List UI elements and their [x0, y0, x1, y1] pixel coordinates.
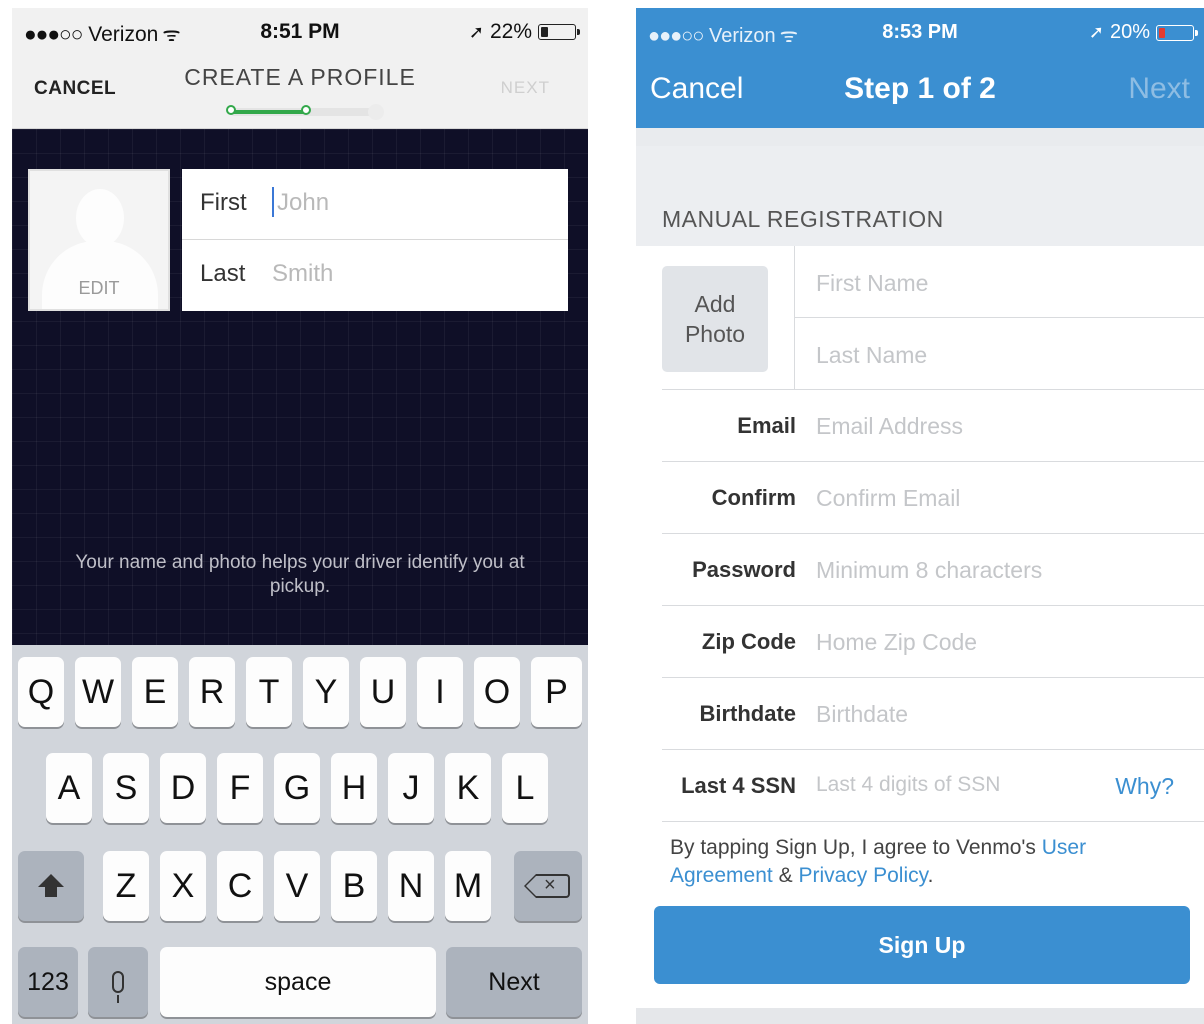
progress-indicator — [222, 102, 384, 122]
divider — [794, 317, 1204, 318]
key-m[interactable]: M — [445, 851, 491, 921]
status-bar: ●●●○○ Verizon ᯤ 8:51 PM ➚ 22% — [12, 8, 588, 56]
confirm-label: Confirm — [711, 485, 796, 510]
add-photo-button[interactable]: Add Photo — [662, 266, 768, 372]
dictation-key[interactable] — [88, 947, 148, 1017]
header: ●●●○○ Verizon ᯤ 8:53 PM ➚ 20% Cancel Step… — [636, 8, 1204, 128]
key-u[interactable]: U — [360, 657, 406, 727]
shift-icon — [38, 873, 64, 897]
key-p[interactable]: P — [531, 657, 582, 727]
password-input[interactable]: Minimum 8 characters — [816, 557, 1042, 584]
birthdate-input[interactable]: Birthdate — [816, 701, 908, 728]
zip-code-row[interactable]: Zip Code Home Zip Code — [636, 605, 1204, 677]
key-h[interactable]: H — [331, 753, 377, 823]
zip-code-input[interactable]: Home Zip Code — [816, 629, 977, 656]
last-name-label: Last — [200, 260, 246, 287]
microphone-icon — [112, 971, 124, 1003]
birthdate-label: Birthdate — [699, 701, 796, 726]
first-name-input[interactable]: First Name — [816, 270, 928, 297]
bottom-bar — [636, 1008, 1204, 1024]
key-y[interactable]: Y — [303, 657, 349, 727]
email-input[interactable]: Email Address — [816, 413, 963, 440]
ssn-row[interactable]: Last 4 SSN Last 4 digits of SSN Why? — [636, 749, 1204, 821]
nav-bar: CANCEL CREATE A PROFILE NEXT — [12, 56, 588, 129]
why-link[interactable]: Why? — [1115, 773, 1174, 800]
key-v[interactable]: V — [274, 851, 320, 921]
section-header: MANUAL REGISTRATION — [636, 146, 1204, 246]
next-button[interactable]: NEXT — [501, 78, 550, 98]
key-j[interactable]: J — [388, 753, 434, 823]
edit-photo-label: EDIT — [78, 278, 120, 298]
battery-percent: 22% — [489, 20, 532, 43]
key-i[interactable]: I — [417, 657, 463, 727]
first-name-placeholder: John — [277, 189, 330, 216]
key-d[interactable]: D — [160, 753, 206, 823]
ssn-label: Last 4 SSN — [681, 773, 796, 798]
sign-up-button[interactable]: Sign Up — [654, 906, 1190, 984]
backspace-icon: × — [524, 874, 570, 898]
key-s[interactable]: S — [103, 753, 149, 823]
uber-profile-screen: ●●●○○ Verizon ᯤ 8:51 PM ➚ 22% CANCEL CREA… — [12, 8, 588, 1024]
first-name-field[interactable]: First John — [182, 169, 568, 240]
key-k[interactable]: K — [445, 753, 491, 823]
last-name-input[interactable]: Last Name — [816, 342, 927, 369]
backspace-key[interactable]: × — [514, 851, 582, 921]
password-row[interactable]: Password Minimum 8 characters — [636, 533, 1204, 605]
privacy-policy-link[interactable]: Privacy Policy — [798, 864, 927, 887]
key-g[interactable]: G — [274, 753, 320, 823]
key-c[interactable]: C — [217, 851, 263, 921]
key-q[interactable]: Q — [18, 657, 64, 727]
page-title: Step 1 of 2 — [844, 72, 996, 105]
confirm-email-input[interactable]: Confirm Email — [816, 485, 960, 512]
key-f[interactable]: F — [217, 753, 263, 823]
key-n[interactable]: N — [388, 851, 434, 921]
text-cursor — [272, 187, 274, 217]
registration-form: MANUAL REGISTRATION Add Photo First Name… — [636, 146, 1204, 1012]
profile-form: EDIT First John Last Smith Your name and… — [12, 129, 588, 645]
terms-text: By tapping Sign Up, I agree to Venmo's U… — [670, 836, 1087, 887]
numbers-key[interactable]: 123 — [18, 947, 78, 1017]
profile-photo-button[interactable]: EDIT — [28, 169, 170, 311]
last-name-field[interactable]: Last Smith — [182, 240, 568, 310]
key-b[interactable]: B — [331, 851, 377, 921]
key-e[interactable]: E — [132, 657, 178, 727]
confirm-email-row[interactable]: Confirm Confirm Email — [636, 461, 1204, 533]
key-l[interactable]: L — [502, 753, 548, 823]
next-button[interactable]: Next — [1128, 72, 1190, 106]
birthdate-row[interactable]: Birthdate Birthdate — [636, 677, 1204, 749]
key-w[interactable]: W — [75, 657, 121, 727]
helper-text: Your name and photo helps your driver id… — [75, 552, 525, 597]
last-name-placeholder: Smith — [272, 260, 334, 287]
key-o[interactable]: O — [474, 657, 520, 727]
email-label: Email — [737, 413, 796, 438]
keyboard: Q W E R T Y U I O P A S D F G H J K L Z … — [12, 645, 588, 1024]
venmo-registration-screen: ●●●○○ Verizon ᯤ 8:53 PM ➚ 20% Cancel Step… — [636, 8, 1204, 1024]
shift-key[interactable] — [18, 851, 84, 921]
ssn-input[interactable]: Last 4 digits of SSN — [816, 773, 1000, 797]
space-key[interactable]: space — [160, 947, 436, 1017]
status-bar: ●●●○○ Verizon ᯤ 8:53 PM ➚ 20% — [636, 8, 1204, 52]
key-r[interactable]: R — [189, 657, 235, 727]
key-a[interactable]: A — [46, 753, 92, 823]
battery-icon — [538, 24, 580, 40]
divider — [662, 821, 1204, 822]
key-t[interactable]: T — [246, 657, 292, 727]
key-x[interactable]: X — [160, 851, 206, 921]
zip-code-label: Zip Code — [701, 629, 796, 654]
section-title: MANUAL REGISTRATION — [662, 206, 944, 232]
key-z[interactable]: Z — [103, 851, 149, 921]
password-label: Password — [692, 557, 796, 582]
email-row[interactable]: Email Email Address — [636, 389, 1204, 461]
keyboard-next-key[interactable]: Next — [446, 947, 582, 1017]
battery-icon — [1156, 24, 1198, 41]
name-card: First John Last Smith — [182, 169, 568, 311]
location-icon: ➚ — [468, 21, 484, 42]
location-icon: ➚ — [1088, 22, 1104, 42]
battery-percent: 20% — [1109, 21, 1150, 43]
first-name-label: First — [200, 189, 247, 216]
